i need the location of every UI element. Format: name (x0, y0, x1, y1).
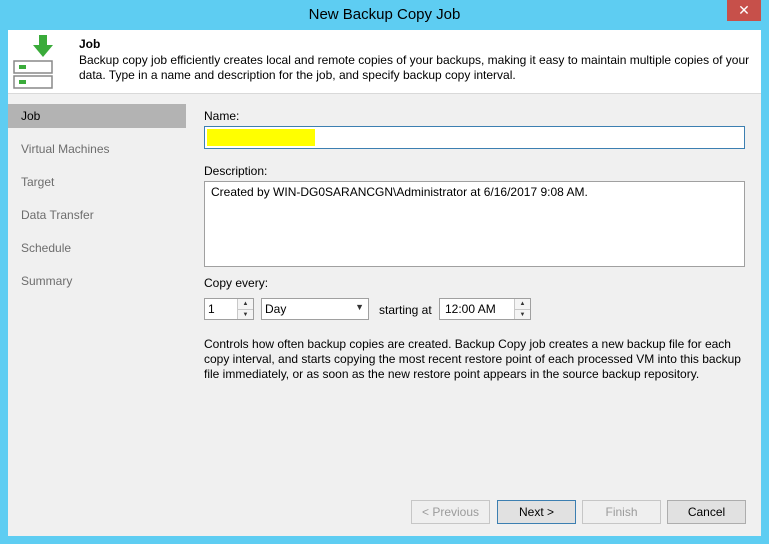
interval-stepper[interactable]: 1 ▲ ▼ (204, 298, 254, 320)
wizard-header: Job Backup copy job efficiently creates … (8, 30, 761, 94)
start-time-down-button[interactable]: ▼ (515, 309, 530, 319)
sidebar-item-summary[interactable]: Summary (8, 269, 186, 293)
backup-copy-job-icon (13, 35, 53, 89)
name-redaction-highlight (207, 129, 315, 146)
sidebar-item-target[interactable]: Target (8, 170, 186, 194)
start-time-up-button[interactable]: ▲ (515, 299, 530, 309)
sidebar-item-job[interactable]: Job (8, 104, 186, 128)
window-title: New Backup Copy Job (308, 6, 461, 23)
sidebar-item-data-transfer[interactable]: Data Transfer (8, 203, 186, 227)
previous-button[interactable]: < Previous (411, 500, 490, 524)
step-description: Backup copy job efficiently creates loca… (79, 53, 750, 82)
wizard-body: Job Backup copy job efficiently creates … (8, 30, 761, 536)
interval-down-button[interactable]: ▼ (238, 309, 253, 319)
interval-info-text: Controls how often backup copies are cre… (204, 337, 741, 381)
finish-button[interactable]: Finish (582, 500, 661, 524)
interval-value: 1 (208, 302, 215, 316)
name-label: Name: (204, 109, 240, 123)
wizard-window: New Backup Copy Job ✕ Job Backup copy jo… (0, 0, 769, 544)
start-time-stepper-buttons: ▲ ▼ (514, 299, 530, 319)
next-button[interactable]: Next > (497, 500, 576, 524)
interval-unit-value: Day (265, 302, 287, 316)
interval-stepper-buttons: ▲ ▼ (237, 299, 253, 319)
start-time-value: 12:00 AM (445, 302, 496, 316)
starting-at-label: starting at (379, 303, 432, 317)
cancel-button[interactable]: Cancel (667, 500, 746, 524)
description-textarea[interactable]: Created by WIN-DG0SARANCGN\Administrator… (204, 181, 745, 267)
sidebar-item-virtual-machines[interactable]: Virtual Machines (8, 137, 186, 161)
step-title: Job (79, 37, 101, 51)
interval-unit-select[interactable]: Day ▼ (261, 298, 369, 320)
chevron-down-icon: ▼ (355, 302, 364, 312)
copy-every-label: Copy every: (204, 276, 269, 290)
interval-up-button[interactable]: ▲ (238, 299, 253, 309)
sidebar-item-schedule[interactable]: Schedule (8, 236, 186, 260)
title-bar[interactable]: New Backup Copy Job ✕ (0, 0, 769, 30)
close-button[interactable]: ✕ (727, 0, 761, 21)
start-time-picker[interactable]: 12:00 AM ▲ ▼ (439, 298, 531, 320)
close-icon: ✕ (738, 2, 750, 18)
description-label: Description: (204, 164, 268, 178)
name-input[interactable] (204, 126, 745, 149)
